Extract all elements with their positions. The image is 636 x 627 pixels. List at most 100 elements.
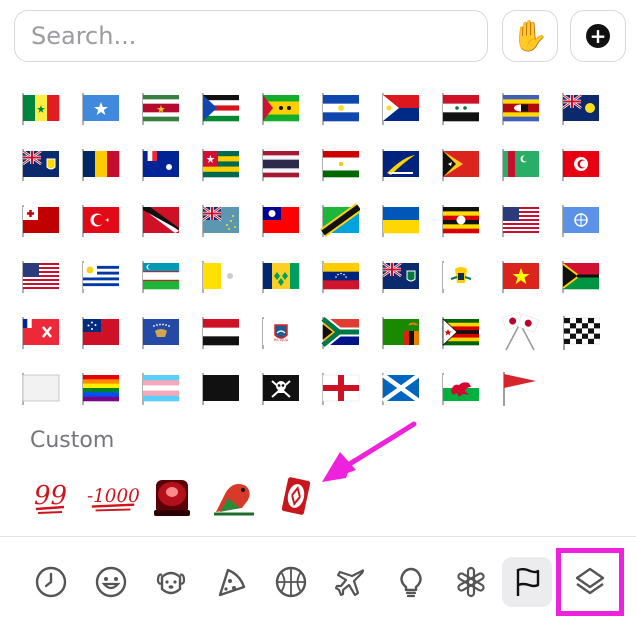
flag-us-virgin[interactable] — [440, 256, 480, 296]
emoji-picker: ✋ + RA UJUA Custom 99 -1000 — [0, 0, 636, 626]
flag-turkmenistan[interactable] — [500, 144, 540, 184]
category-activity[interactable] — [266, 557, 316, 607]
flag-british-virgin-alt[interactable] — [20, 144, 60, 184]
flag-eswatini[interactable] — [500, 88, 540, 128]
flag-kosovo[interactable] — [140, 312, 180, 352]
flag-wallis-futuna[interactable] — [20, 312, 60, 352]
flag-taiwan[interactable] — [260, 200, 300, 240]
flag-row — [20, 192, 620, 248]
flag-uganda[interactable] — [440, 200, 480, 240]
flag-row — [20, 80, 620, 136]
flag-tonga[interactable] — [20, 200, 60, 240]
flag-tunisia[interactable] — [560, 144, 600, 184]
flag-mayotte[interactable]: RA UJUA — [260, 312, 300, 352]
flag-uruguay[interactable] — [80, 256, 120, 296]
flag-senegal[interactable] — [20, 88, 60, 128]
category-travel[interactable] — [326, 557, 376, 607]
flag-white-flag[interactable] — [20, 368, 60, 408]
flag-tajikistan[interactable] — [320, 144, 360, 184]
flag-sao-tome[interactable] — [260, 88, 300, 128]
flag-chad[interactable] — [80, 144, 120, 184]
flag-row — [20, 248, 620, 304]
lightbulb-icon — [400, 567, 422, 598]
flag-yemen[interactable] — [200, 312, 240, 352]
flag-turks-caicos[interactable] — [560, 88, 600, 128]
flag-scotland[interactable] — [380, 368, 420, 408]
custom-emoji-99[interactable]: 99 — [28, 472, 76, 520]
flag-zimbabwe[interactable] — [440, 312, 480, 352]
flag-thailand[interactable] — [260, 144, 300, 184]
flag-icon — [516, 568, 540, 596]
flag-british-virgin[interactable] — [380, 256, 420, 296]
flag-united-nations[interactable] — [560, 200, 600, 240]
category-animals[interactable] — [146, 557, 196, 607]
flag-samoa[interactable] — [80, 312, 120, 352]
flag-st-vincent[interactable] — [260, 256, 300, 296]
flag-somalia[interactable] — [80, 88, 120, 128]
flag-us-outlying[interactable] — [500, 200, 540, 240]
basketball-icon — [275, 566, 307, 598]
flag-suriname[interactable] — [140, 88, 180, 128]
custom-emoji-parrot[interactable] — [210, 472, 258, 520]
flag-row — [20, 136, 620, 192]
flag-wales[interactable] — [440, 368, 480, 408]
flag-tuvalu[interactable] — [200, 200, 240, 240]
flag-timor-leste[interactable] — [440, 144, 480, 184]
flag-turkey[interactable] — [80, 200, 120, 240]
flag-venezuela[interactable] — [320, 256, 360, 296]
flag-row: RA UJUA — [20, 304, 620, 360]
flag-pirate-flag[interactable] — [260, 368, 300, 408]
flag-black-flag[interactable] — [200, 368, 240, 408]
flag-triangular-flag[interactable] — [500, 368, 540, 408]
flag-transgender-flag[interactable] — [140, 368, 180, 408]
flag-checkered-flag[interactable] — [560, 312, 600, 352]
category-symbols[interactable] — [446, 557, 496, 607]
flag-row — [20, 360, 620, 416]
flag-tokelau[interactable] — [380, 144, 420, 184]
flag-tanzania[interactable] — [320, 200, 360, 240]
category-bar — [0, 536, 636, 627]
airplane-icon — [334, 569, 365, 597]
plus-circle-icon: + — [586, 24, 610, 48]
asterisk-icon — [457, 566, 485, 598]
flag-england[interactable] — [320, 368, 360, 408]
flag-south-africa[interactable] — [320, 312, 360, 352]
raised-hand-icon: ✋ — [511, 18, 549, 54]
add-emoji-button[interactable]: + — [570, 10, 626, 62]
flag-vatican[interactable] — [200, 256, 240, 296]
category-recent[interactable] — [26, 557, 76, 607]
flag-south-sudan[interactable] — [200, 88, 240, 128]
flag-vietnam[interactable] — [500, 256, 540, 296]
flag-french-southern[interactable] — [140, 144, 180, 184]
skin-tone-button[interactable]: ✋ — [502, 10, 558, 62]
flag-syria[interactable] — [440, 88, 480, 128]
svg-text:RA UJUA: RA UJUA — [274, 338, 289, 342]
search-input[interactable] — [14, 10, 488, 62]
category-food[interactable] — [206, 557, 256, 607]
custom-emoji-siren[interactable] — [148, 472, 196, 520]
annotation-highlight-box — [556, 548, 624, 616]
flag-uzbekistan[interactable] — [140, 256, 180, 296]
clock-icon — [35, 566, 67, 598]
picker-header: ✋ + — [14, 10, 626, 64]
smiley-icon — [95, 566, 127, 598]
category-smileys[interactable] — [86, 557, 136, 607]
flag-togo[interactable] — [200, 144, 240, 184]
flag-usa[interactable] — [20, 256, 60, 296]
flag-el-salvador[interactable] — [320, 88, 360, 128]
custom-emoji-uno-reverse[interactable] — [272, 472, 320, 520]
flag-vanuatu[interactable] — [560, 256, 600, 296]
dog-icon — [156, 571, 186, 595]
flag-ukraine[interactable] — [380, 200, 420, 240]
section-label-custom: Custom — [30, 428, 115, 453]
category-objects[interactable] — [386, 557, 436, 607]
flag-rainbow-flag[interactable] — [80, 368, 120, 408]
flag-trinidad[interactable] — [140, 200, 180, 240]
flag-grid: RA UJUA — [20, 80, 620, 416]
flag-sint-maarten[interactable] — [380, 88, 420, 128]
category-flags[interactable] — [502, 557, 552, 607]
flag-crossed-flags[interactable] — [500, 312, 540, 352]
flag-zambia[interactable] — [380, 312, 420, 352]
pizza-icon — [218, 568, 246, 597]
custom-emoji-minus-1000[interactable]: -1000 — [86, 472, 140, 520]
